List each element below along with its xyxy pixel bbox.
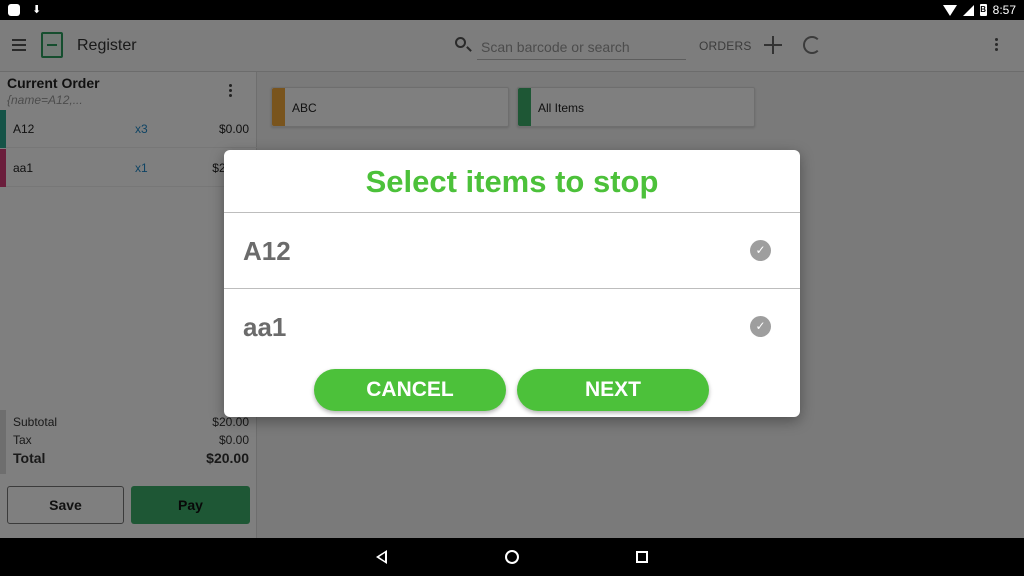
dialog-item-aa1[interactable]: aa1 ✓ <box>224 289 800 364</box>
next-button[interactable]: NEXT <box>517 369 709 411</box>
notification-square-icon <box>8 3 20 16</box>
dialog-item-label: aa1 <box>243 312 287 342</box>
system-nav-bar <box>0 538 1024 576</box>
back-icon[interactable] <box>376 550 387 564</box>
dialog-title: Select items to stop <box>365 164 659 199</box>
wifi-icon <box>942 4 957 16</box>
recent-apps-icon[interactable] <box>636 551 648 563</box>
status-time: 8:57 <box>992 3 1016 17</box>
download-icon: ⬇ <box>32 3 42 16</box>
cell-signal-icon <box>962 4 974 16</box>
cancel-button[interactable]: CANCEL <box>314 369 506 411</box>
battery-icon <box>979 4 987 16</box>
status-bar: ⬇ 8:57 <box>0 0 1024 20</box>
check-circle-icon[interactable]: ✓ <box>750 240 771 261</box>
dialog-item-label: A12 <box>243 236 291 266</box>
dialog-item-a12[interactable]: A12 ✓ <box>224 213 800 288</box>
check-circle-icon[interactable]: ✓ <box>750 316 771 337</box>
home-icon[interactable] <box>505 550 519 564</box>
select-items-dialog: Select items to stop A12 ✓ aa1 ✓ CANCEL … <box>224 150 800 417</box>
